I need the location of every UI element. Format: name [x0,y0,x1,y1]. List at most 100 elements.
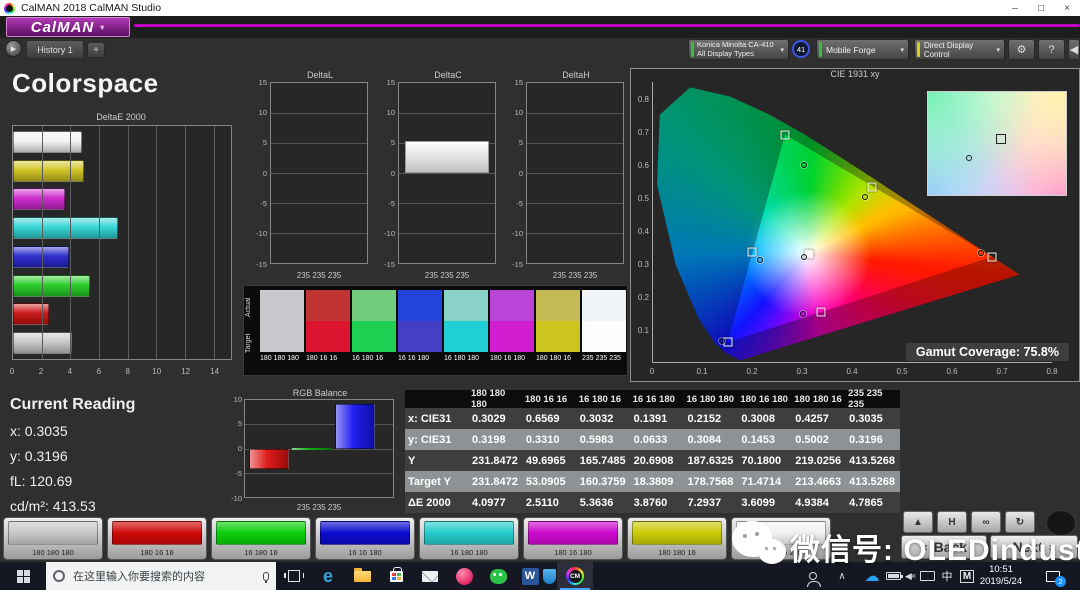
nav-extra-button[interactable] [1046,510,1076,536]
table-cell: 53.0905 [523,471,577,492]
level-button-180-180-16[interactable]: 180 180 16 [627,517,727,560]
nav-tool-button-2[interactable]: ∞ [971,511,1001,533]
table-cell: 0.3084 [685,429,739,450]
y-tick-label: 5 [228,419,242,428]
level-button-16-180-16[interactable]: 16 180 16 [211,517,311,560]
y-tick-label: 0.2 [632,293,649,302]
yellow-target-marker [868,183,877,192]
level-button-180-180-180[interactable]: 180 180 180 [3,517,103,560]
y-tick-label: -15 [508,260,523,269]
photos-icon [456,568,473,585]
level-button-swatch [528,521,618,545]
cyan-measured-marker [757,257,763,263]
level-button-swatch [424,521,514,545]
task-view-button[interactable] [278,562,310,590]
table-cell: 0.1453 [738,429,792,450]
green-measured-marker [801,162,807,168]
gridline [128,126,129,359]
back-button[interactable]: « Back [901,535,987,559]
red-measured-marker [978,250,984,256]
back-button-label: Back [934,539,967,555]
level-button-swatch [112,521,202,545]
notification-count-badge: 2 [1055,576,1066,587]
tray-show-hidden[interactable]: ∧ [830,562,854,590]
help-button[interactable]: ? [1038,39,1065,60]
settings-button[interactable]: ⚙ [1008,39,1035,60]
patch-180-180-180: 180 180 180 [260,290,304,363]
dc-chart-plot-area [398,82,496,264]
microphone-icon[interactable] [263,572,269,581]
chevron-down-icon: ▾ [100,23,105,32]
level-button-180-16-180[interactable]: 180 16 180 [523,517,623,560]
level-button-label: 235 235 235 [732,548,830,557]
level-button-16-16-180[interactable]: 16 16 180 [315,517,415,560]
tray-people[interactable] [800,562,826,590]
meter-count-badge[interactable]: 41 [792,40,810,58]
reading-x: x: 0.3035 [10,423,135,439]
patch-16-180-16: 16 180 16 [352,290,396,363]
level-button-235-235-235[interactable]: 235 235 235 [731,517,831,560]
dh-chart-x-label: 235 235 235 [526,271,624,280]
gridline [527,113,623,114]
collapse-panel-button[interactable]: ◀ [1068,39,1080,60]
close-button[interactable]: × [1054,1,1080,16]
tray-clock[interactable]: 10:51 2019/5/24 [975,564,1027,587]
level-button-180-16-16[interactable]: 180 16 16 [107,517,207,560]
clock-date: 2019/5/24 [975,576,1027,588]
y-tick-label: 0.3 [632,260,649,269]
meter-dropdown[interactable]: Konica Minolta CA-410 All Display Types … [688,39,789,60]
calman-app-icon [4,3,15,14]
chevron-double-right-icon: » [1049,540,1056,554]
white-measured-marker [966,155,972,161]
nav-tool-button-1[interactable]: H [937,511,967,533]
nav-tool-button-0[interactable]: ▲ [903,511,933,533]
calman-window: CalMAN 2018 CalMAN Studio – □ × CalMAN ▾… [0,0,1080,590]
tab-history-1[interactable]: History 1 [26,40,84,59]
table-cell: 231.8472 [469,450,523,471]
table-header-cell [405,390,469,408]
patch-target [444,321,488,352]
mail-icon [422,571,438,582]
display-control-dropdown[interactable]: Direct Display Control ▾ [914,39,1005,60]
wechat-app-icon [490,569,507,584]
read-continuous-button[interactable]: ▶ [5,40,22,57]
taskbar-file-explorer[interactable] [346,562,378,590]
taskbar-store[interactable] [380,562,412,590]
taskbar-wechat[interactable] [482,562,514,590]
add-tab-button[interactable]: + [87,42,105,58]
taskbar-calman-active[interactable]: CM [557,562,593,590]
x-tick-label: 0.4 [846,367,857,376]
next-button[interactable]: Next » [990,535,1078,559]
taskbar-mail[interactable] [414,562,446,590]
y-tick-label: -15 [252,260,267,269]
level-button-swatch [736,521,826,545]
word-icon: W [522,568,539,585]
blue-measured-marker [719,338,725,344]
calman-logo-menu[interactable]: CalMAN ▾ [6,17,130,37]
source-dropdown[interactable]: Mobile Forge ▾ [816,39,909,60]
minimize-button[interactable]: – [1002,1,1028,16]
level-button-label: 16 180 16 [212,548,310,557]
cie1931-chart: CIE 1931 xy Gamut Coverage: 75.8% 00.10.… [630,68,1080,382]
maximize-button[interactable]: □ [1028,1,1054,16]
level-button-label: 180 16 180 [524,548,622,557]
dl-chart-title: DeltaL [252,70,374,80]
table-cell: 413.5268 [846,471,900,492]
taskbar-edge[interactable]: e [312,562,344,590]
table-cell: 160.3759 [577,471,631,492]
x-tick-label: 0 [650,367,654,376]
brand-accent-line [134,24,1080,27]
taskbar-photos[interactable] [448,562,480,590]
action-center-button[interactable]: 2 [1036,562,1070,590]
taskbar-search-box[interactable]: 在这里输入你要搜索的内容 [46,562,276,590]
gridline [399,113,495,114]
level-button-16-180-180[interactable]: 16 180 180 [419,517,519,560]
start-button[interactable] [0,562,46,590]
table-cell: 178.7568 [685,471,739,492]
x-tick-label: 0.2 [746,367,757,376]
table-cell: 0.1391 [631,408,685,429]
patch-actual [582,290,626,321]
table-cell: 70.1800 [738,450,792,471]
chevron-left-icon: ◀ [1070,43,1078,56]
nav-tool-button-3[interactable]: ↻ [1005,511,1035,533]
